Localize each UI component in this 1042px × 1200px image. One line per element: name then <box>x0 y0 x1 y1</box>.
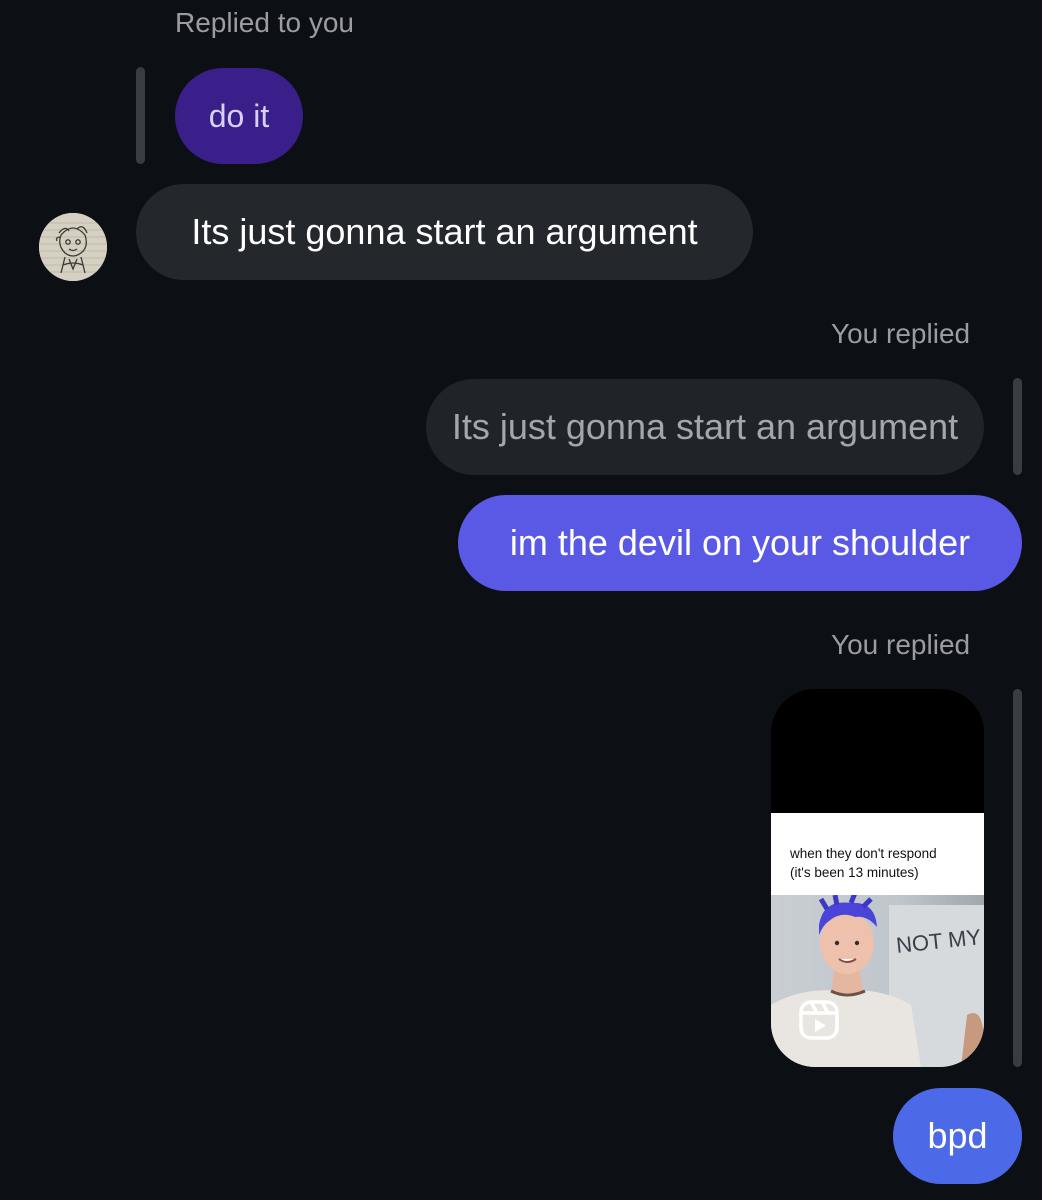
your-message-bubble[interactable]: bpd <box>893 1088 1022 1184</box>
reel-caption-line: when they don't respond <box>790 846 937 861</box>
reel-caption: when they don't respond (it's been 13 mi… <box>771 813 984 895</box>
your-message-bubble[interactable]: im the devil on your shoulder <box>458 495 1022 591</box>
quoted-reel-preview[interactable]: when they don't respond (it's been 13 mi… <box>771 689 984 1067</box>
avatar-sketch-image <box>39 213 107 281</box>
chat-thread: Replied to you do it Its just gonna star… <box>0 0 1042 1200</box>
contact-avatar[interactable] <box>39 213 107 281</box>
you-replied-label: You replied <box>831 318 971 349</box>
reel-caption-line: (it's been 13 minutes) <box>790 865 919 880</box>
quoted-message-do-it[interactable]: do it <box>175 68 303 164</box>
replied-to-you-label: Replied to you <box>175 7 355 38</box>
reply-indicator-bar <box>1013 378 1022 475</box>
reel-video-frame: NOT MY IMAGINATION <box>771 895 984 1067</box>
you-replied-label: You replied <box>831 629 971 660</box>
reply-indicator-bar <box>1013 689 1022 1067</box>
reel-black-area <box>771 689 984 813</box>
reels-icon <box>799 1000 839 1040</box>
reply-indicator-bar <box>136 67 145 164</box>
quoted-message-argument[interactable]: Its just gonna start an argument <box>426 379 984 475</box>
their-message-bubble[interactable]: Its just gonna start an argument <box>136 184 753 280</box>
reel-thumbnail-image: NOT MY IMAGINATION <box>771 895 984 1067</box>
